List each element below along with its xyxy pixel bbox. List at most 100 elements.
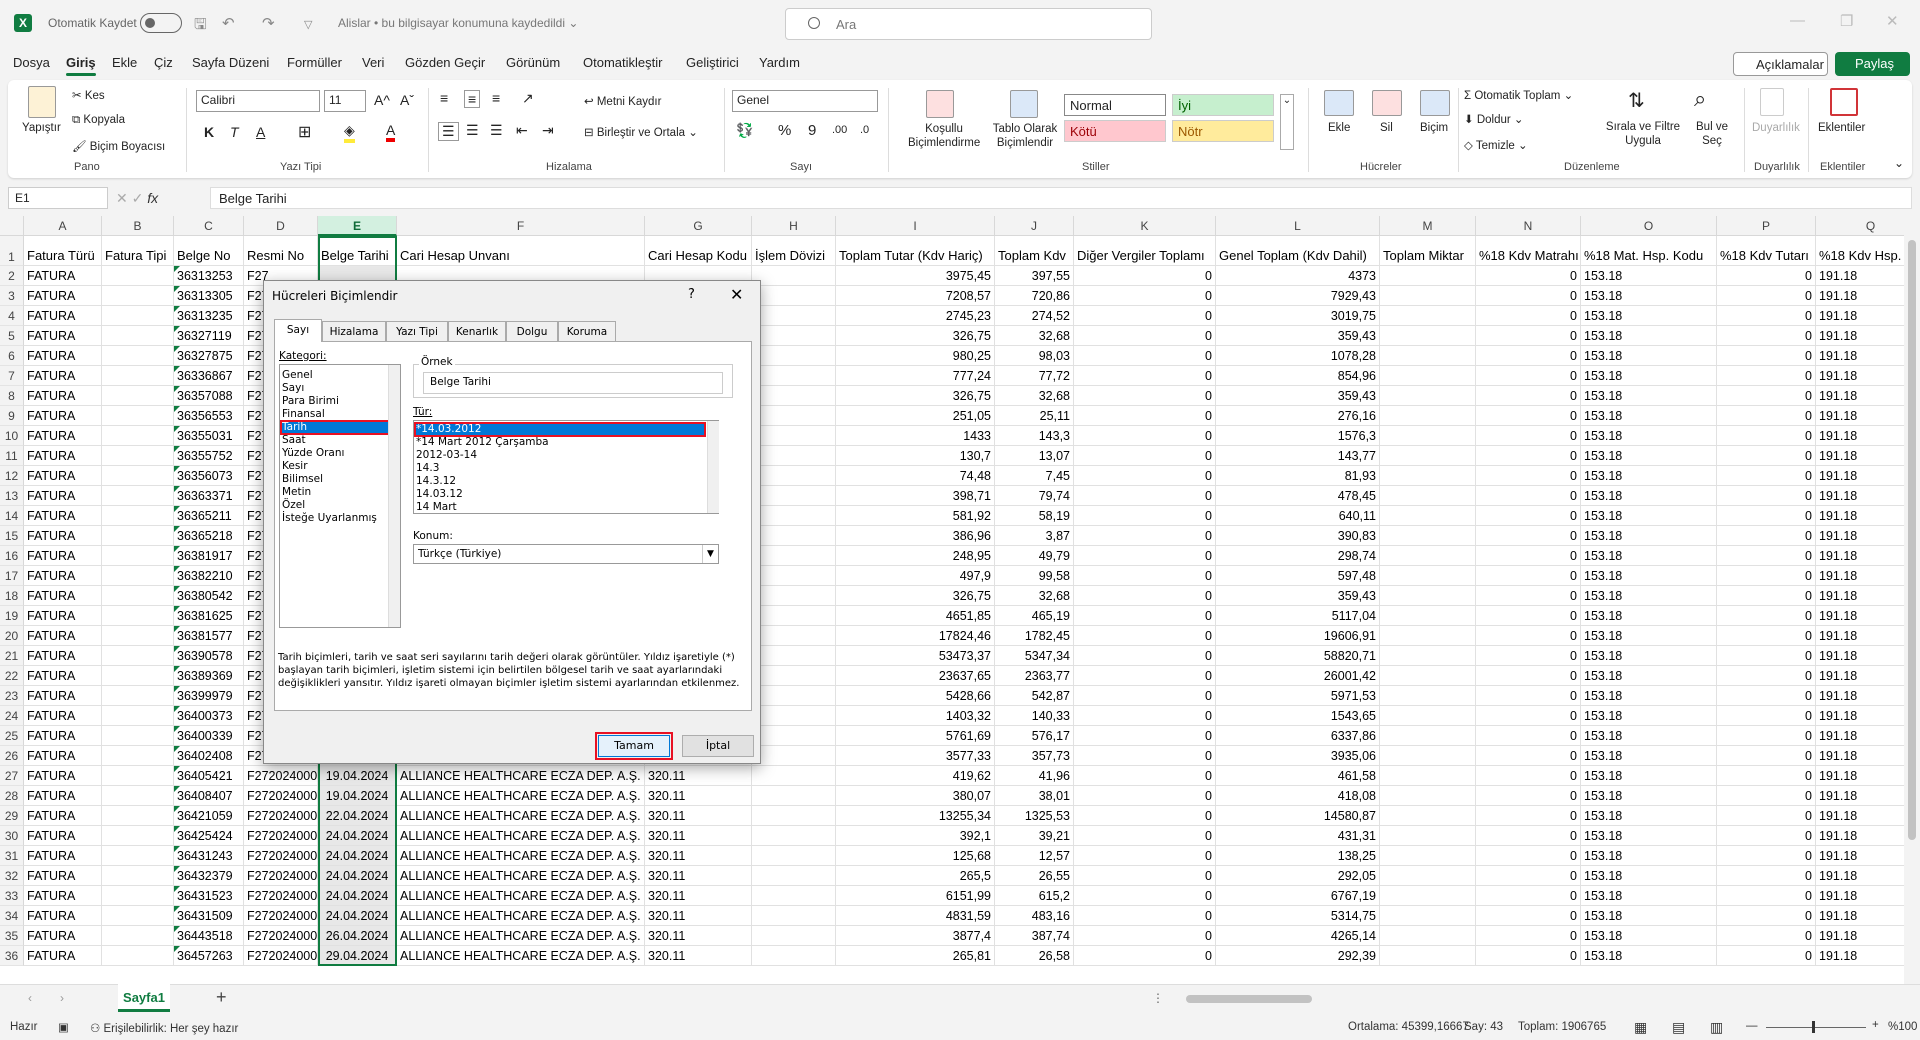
header-cell[interactable]: Cari Hesap Unvanı xyxy=(397,236,645,266)
table-cell[interactable]: FATURA xyxy=(24,846,102,866)
align-top-icon[interactable]: ≡ xyxy=(440,90,448,106)
table-cell[interactable]: 0 xyxy=(1476,366,1581,386)
table-cell[interactable]: ALLIANCE HEALTHCARE ECZA DEP. A.Ş. xyxy=(397,806,645,826)
table-cell[interactable]: 0 xyxy=(1717,886,1816,906)
table-cell[interactable]: 0 xyxy=(1717,706,1816,726)
table-cell[interactable] xyxy=(1380,626,1476,646)
table-cell[interactable]: 0 xyxy=(1717,266,1816,286)
table-cell[interactable]: 153.18 xyxy=(1581,726,1717,746)
table-cell[interactable]: 0 xyxy=(1074,746,1216,766)
table-cell[interactable]: 248,95 xyxy=(836,546,995,566)
row-header[interactable]: 1 xyxy=(0,236,24,266)
table-cell[interactable]: 3019,75 xyxy=(1216,306,1380,326)
number-format-select[interactable]: Genel xyxy=(732,90,878,112)
category-item[interactable]: Tarih xyxy=(282,421,388,434)
zoom-slider[interactable] xyxy=(1766,1027,1866,1028)
table-cell[interactable]: FATURA xyxy=(24,726,102,746)
table-cell[interactable]: 326,75 xyxy=(836,386,995,406)
table-cell[interactable]: 24.04.2024 xyxy=(318,906,397,926)
dialog-close-icon[interactable]: ✕ xyxy=(730,285,743,304)
table-cell[interactable]: 298,74 xyxy=(1216,546,1380,566)
table-cell[interactable]: 0 xyxy=(1717,946,1816,966)
table-cell[interactable]: 153.18 xyxy=(1581,826,1717,846)
table-cell[interactable]: 36399979 xyxy=(174,686,244,706)
table-cell[interactable]: 36389369 xyxy=(174,666,244,686)
addins-icon[interactable] xyxy=(1830,88,1858,116)
table-cell[interactable]: 36400373 xyxy=(174,706,244,726)
column-header-g[interactable]: G xyxy=(645,216,752,236)
category-item[interactable]: Kesir xyxy=(282,460,388,473)
table-cell[interactable]: 36431523 xyxy=(174,886,244,906)
table-cell[interactable] xyxy=(1380,306,1476,326)
table-cell[interactable]: 24.04.2024 xyxy=(318,846,397,866)
table-cell[interactable]: FATURA xyxy=(24,646,102,666)
table-cell[interactable] xyxy=(752,486,836,506)
table-cell[interactable]: 5314,75 xyxy=(1216,906,1380,926)
table-cell[interactable]: 0 xyxy=(1074,466,1216,486)
vertical-scroll-thumb[interactable] xyxy=(1908,240,1916,840)
table-cell[interactable]: 0 xyxy=(1476,846,1581,866)
table-cell[interactable]: FATURA xyxy=(24,466,102,486)
font-name-select[interactable]: Calibri xyxy=(196,90,320,112)
table-cell[interactable]: 320.11 xyxy=(645,846,752,866)
tab-yardim[interactable]: Yardım xyxy=(759,55,800,70)
conditional-formatting-label[interactable]: Koşullu Biçimlendirme xyxy=(908,122,980,150)
table-cell[interactable]: FATURA xyxy=(24,626,102,646)
table-cell[interactable]: FATURA xyxy=(24,546,102,566)
copy-button[interactable]: ⧉ Kopyala xyxy=(72,114,125,127)
table-cell[interactable]: 0 xyxy=(1074,886,1216,906)
table-cell[interactable] xyxy=(1380,906,1476,926)
table-cell[interactable]: F272024000 xyxy=(244,946,318,966)
table-cell[interactable]: 359,43 xyxy=(1216,326,1380,346)
cancel-icon[interactable]: ✕ xyxy=(116,190,128,206)
table-cell[interactable]: 0 xyxy=(1476,306,1581,326)
column-header-n[interactable]: N xyxy=(1476,216,1581,236)
table-cell[interactable] xyxy=(752,866,836,886)
header-cell[interactable]: Fatura Türü xyxy=(24,236,102,266)
table-cell[interactable]: 0 xyxy=(1476,326,1581,346)
header-cell[interactable]: Resmi No xyxy=(244,236,318,266)
page-layout-icon[interactable]: ▤ xyxy=(1672,1019,1685,1036)
table-cell[interactable]: F272024000 xyxy=(244,926,318,946)
row-header[interactable]: 32 xyxy=(0,866,24,886)
tab-dolgu[interactable]: Dolgu xyxy=(506,321,558,341)
table-cell[interactable]: 140,33 xyxy=(995,706,1074,726)
table-cell[interactable]: 39,21 xyxy=(995,826,1074,846)
table-cell[interactable]: 483,16 xyxy=(995,906,1074,926)
format-cells-icon[interactable] xyxy=(1420,90,1450,116)
table-cell[interactable] xyxy=(102,646,174,666)
column-header-b[interactable]: B xyxy=(102,216,174,236)
table-cell[interactable]: ALLIANCE HEALTHCARE ECZA DEP. A.Ş. xyxy=(397,886,645,906)
type-scrollbar[interactable] xyxy=(707,421,719,513)
table-cell[interactable] xyxy=(752,366,836,386)
table-cell[interactable]: 58820,71 xyxy=(1216,646,1380,666)
table-cell[interactable]: 326,75 xyxy=(836,586,995,606)
table-cell[interactable]: 320.11 xyxy=(645,786,752,806)
decrease-decimal-icon[interactable]: .0 xyxy=(860,124,869,136)
table-cell[interactable]: 0 xyxy=(1074,626,1216,646)
table-cell[interactable] xyxy=(102,486,174,506)
table-cell[interactable] xyxy=(102,686,174,706)
table-cell[interactable]: 3975,45 xyxy=(836,266,995,286)
document-title[interactable]: Alislar • bu bilgisayar konumuna kaydedi… xyxy=(338,16,578,30)
table-cell[interactable]: 36405421 xyxy=(174,766,244,786)
table-cell[interactable]: 36381917 xyxy=(174,546,244,566)
tab-veri[interactable]: Veri xyxy=(362,55,384,70)
table-cell[interactable] xyxy=(752,506,836,526)
table-cell[interactable]: F272024000 xyxy=(244,866,318,886)
table-cell[interactable]: ALLIANCE HEALTHCARE ECZA DEP. A.Ş. xyxy=(397,826,645,846)
collapse-ribbon-icon[interactable]: ⌄ xyxy=(1894,156,1904,170)
table-cell[interactable]: 153.18 xyxy=(1581,886,1717,906)
table-cell[interactable]: 32,68 xyxy=(995,386,1074,406)
table-cell[interactable]: 24.04.2024 xyxy=(318,866,397,886)
table-cell[interactable]: 36425424 xyxy=(174,826,244,846)
table-cell[interactable] xyxy=(102,606,174,626)
table-cell[interactable] xyxy=(102,826,174,846)
table-cell[interactable]: 98,03 xyxy=(995,346,1074,366)
table-cell[interactable]: 36457263 xyxy=(174,946,244,966)
font-size-select[interactable]: 11 xyxy=(324,90,366,112)
table-cell[interactable] xyxy=(752,306,836,326)
table-cell[interactable]: 0 xyxy=(1717,626,1816,646)
table-cell[interactable] xyxy=(102,446,174,466)
table-cell[interactable]: 5971,53 xyxy=(1216,686,1380,706)
